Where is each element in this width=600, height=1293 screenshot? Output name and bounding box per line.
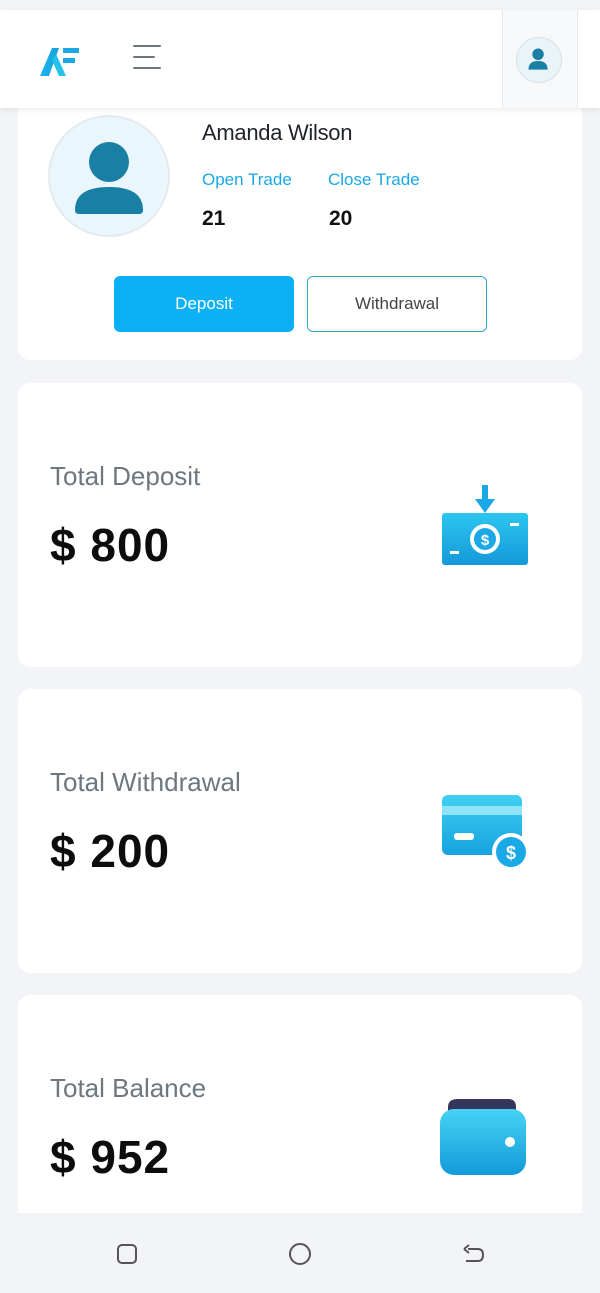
- profile-card: Amanda Wilson Open Trade 21 Close Trade …: [18, 100, 582, 360]
- profile-avatar: [48, 115, 170, 237]
- square-icon[interactable]: [114, 1241, 140, 1267]
- card-withdraw-icon: $: [442, 795, 530, 871]
- app-logo[interactable]: [38, 44, 82, 78]
- circle-icon[interactable]: [287, 1241, 313, 1267]
- svg-text:$: $: [506, 843, 516, 863]
- total-deposit-card: Total Deposit $ 800 $: [18, 383, 582, 667]
- user-avatar-button[interactable]: [516, 37, 562, 83]
- stat-title: Total Balance: [50, 1073, 207, 1103]
- money-deposit-icon: $: [442, 485, 528, 565]
- deposit-button[interactable]: Deposit: [114, 276, 294, 332]
- close-trade-label[interactable]: Close Trade: [328, 170, 420, 190]
- open-trade-value: 21: [202, 207, 226, 230]
- close-trade-value: 20: [329, 207, 353, 230]
- total-withdrawal-card: Total Withdrawal $ 200 $: [18, 689, 582, 973]
- wallet-icon: [440, 1099, 526, 1175]
- stat-amount: $ 200: [50, 825, 171, 877]
- stat-amount: $ 800: [50, 519, 171, 571]
- svg-text:$: $: [481, 532, 490, 549]
- user-icon: [75, 142, 143, 214]
- profile-menu: [502, 10, 578, 108]
- open-trade-label[interactable]: Open Trade: [202, 170, 292, 190]
- system-navigation-bar: [0, 1213, 600, 1293]
- withdrawal-button[interactable]: Withdrawal: [307, 276, 487, 332]
- stat-title: Total Deposit: [50, 461, 201, 491]
- stat-amount: $ 952: [50, 1131, 171, 1183]
- profile-name: Amanda Wilson: [202, 120, 353, 145]
- back-arrow-icon[interactable]: [460, 1241, 486, 1267]
- user-icon: [528, 48, 548, 70]
- hamburger-icon[interactable]: [133, 45, 163, 73]
- stat-title: Total Withdrawal: [50, 767, 241, 797]
- top-app-bar: [0, 10, 600, 108]
